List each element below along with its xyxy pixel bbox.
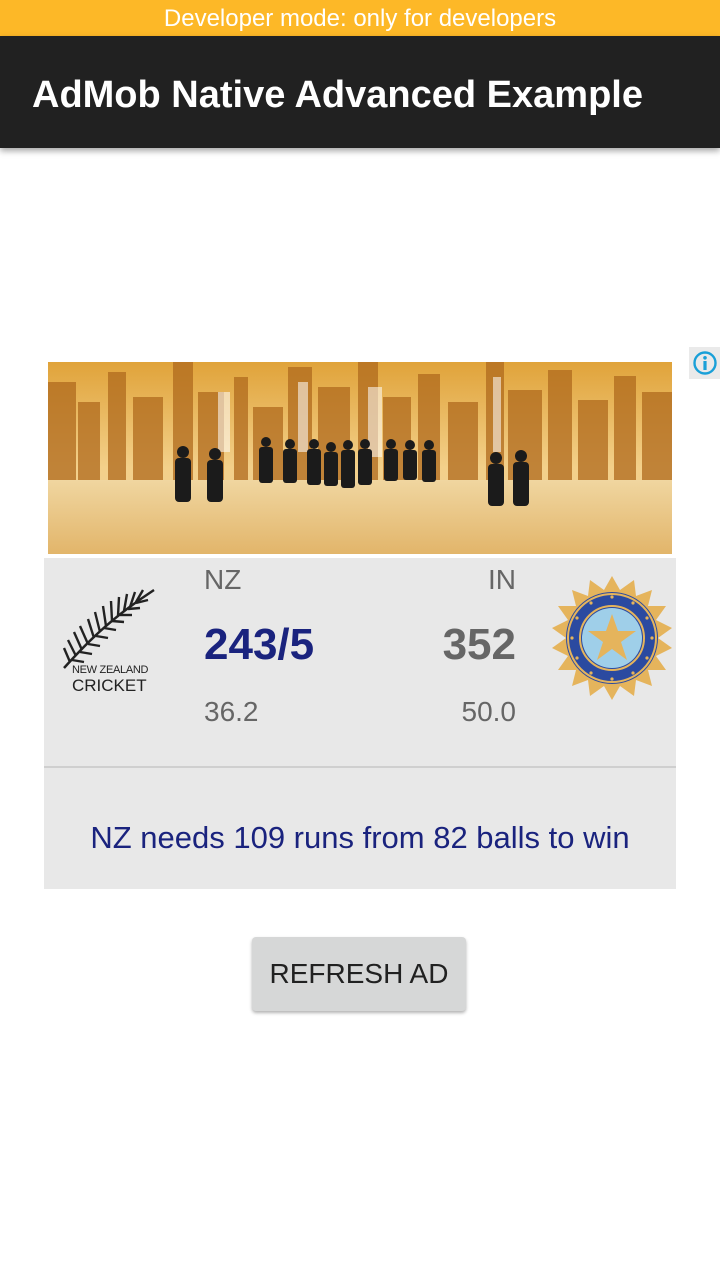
bcci-logo — [550, 576, 674, 700]
match-status: NZ needs 109 runs from 82 balls to win — [90, 820, 630, 855]
info-icon — [693, 351, 717, 375]
away-team-code: IN — [488, 564, 516, 595]
score-card[interactable]: NEW ZEALAND CRICKET NZ 243/5 36.2 IN 352… — [44, 558, 676, 889]
ad-banner-image[interactable] — [48, 362, 672, 554]
app-bar: AdMob Native Advanced Example — [0, 36, 720, 148]
home-team-code: NZ — [204, 564, 242, 595]
business-people-skyline-image — [48, 362, 672, 554]
new-zealand-cricket-logo: NEW ZEALAND CRICKET — [60, 586, 160, 696]
card-divider — [44, 766, 676, 768]
nz-logo-text-bottom: CRICKET — [72, 676, 147, 695]
app-title: AdMob Native Advanced Example — [32, 74, 643, 116]
bcci-star-crest-icon — [552, 576, 672, 700]
home-team-score: 243/5 — [204, 620, 315, 669]
refresh-ad-button[interactable]: REFRESH AD — [252, 937, 466, 1011]
developer-mode-banner: Developer mode: only for developers — [0, 0, 720, 36]
home-team-overs: 36.2 — [204, 696, 259, 727]
nz-logo-text-top: NEW ZEALAND — [72, 664, 149, 676]
silver-fern-icon — [62, 588, 155, 669]
away-team-score: 352 — [442, 620, 516, 669]
away-team-overs: 50.0 — [461, 696, 517, 727]
adchoices-button[interactable] — [689, 347, 720, 379]
